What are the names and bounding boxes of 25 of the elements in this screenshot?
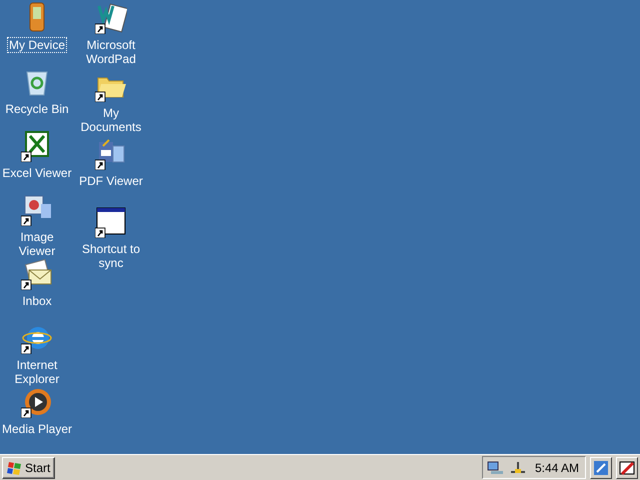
pdf-icon[interactable]: [95, 138, 127, 170]
icon-label: Image Viewer: [18, 230, 56, 258]
icon-label: PDF Viewer: [78, 174, 144, 188]
window-icon[interactable]: [95, 206, 127, 238]
input-panel-button[interactable]: [616, 456, 638, 478]
icon-label: My Documents: [80, 106, 142, 134]
icon-label: Recycle Bin: [4, 102, 70, 116]
windows-logo-icon: [7, 460, 23, 476]
icon-label: Media Player: [0, 422, 74, 436]
media-player-icon[interactable]: [21, 386, 53, 418]
document-icon[interactable]: [95, 2, 127, 34]
icon-label: Internet Explorer: [14, 358, 60, 386]
envelope-icon[interactable]: [21, 258, 53, 290]
icon-label: Excel Viewer: [1, 166, 73, 180]
image-viewer-icon[interactable]: [21, 194, 53, 226]
icon-label: Microsoft WordPad: [85, 38, 137, 66]
desktop-button[interactable]: [590, 456, 612, 478]
network-icon[interactable]: [508, 460, 527, 476]
computer-icon[interactable]: [486, 460, 505, 476]
icon-label: Inbox: [21, 294, 53, 308]
icon-label: My Device: [8, 38, 66, 52]
start-button[interactable]: Start: [2, 456, 56, 478]
clock[interactable]: 5:44 AM: [534, 460, 579, 474]
pen-icon: [619, 460, 635, 476]
icon-label: Shortcut to sync: [80, 242, 142, 270]
